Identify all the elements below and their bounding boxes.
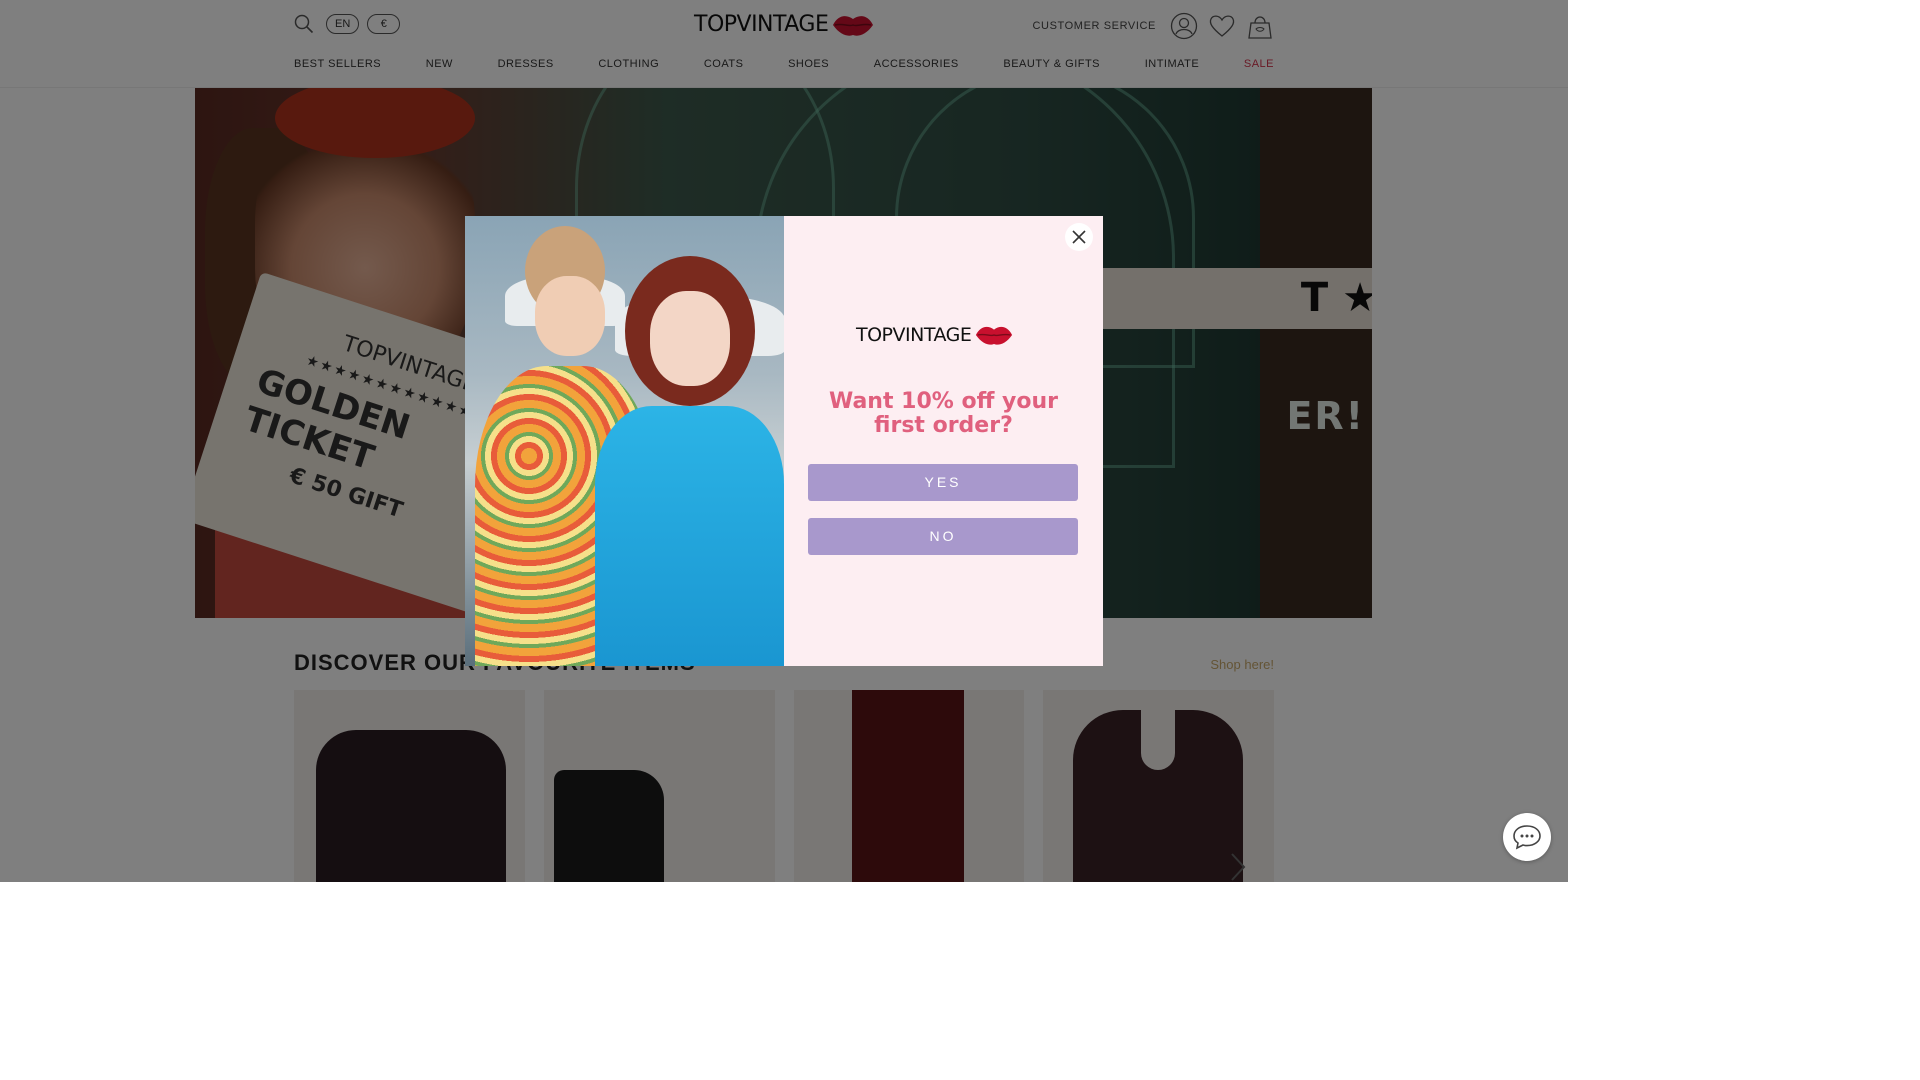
no-button[interactable]: NO bbox=[808, 518, 1078, 555]
photo-model-left-face bbox=[535, 276, 605, 356]
photo-model-right-dress bbox=[595, 406, 784, 666]
discount-popup: TOPVINTAGE Want 10% off your first order… bbox=[465, 216, 1103, 666]
photo-model-right-face bbox=[650, 291, 730, 386]
popup-question: Want 10% off your first order? bbox=[828, 389, 1059, 438]
page: EN € TOPVINTAGE CUSTOMER SERVICE bbox=[0, 0, 1568, 882]
popup-photo bbox=[465, 216, 784, 666]
chat-button[interactable] bbox=[1503, 813, 1551, 861]
popup-content: TOPVINTAGE Want 10% off your first order… bbox=[784, 216, 1103, 666]
chat-icon bbox=[1513, 825, 1541, 850]
popup-logo-text: TOPVINTAGE bbox=[856, 324, 972, 346]
chevron-right-icon[interactable] bbox=[1226, 852, 1250, 882]
popup-close-button[interactable] bbox=[1065, 223, 1093, 251]
lips-logo-icon bbox=[976, 326, 1013, 345]
close-icon bbox=[1072, 230, 1086, 244]
yes-button[interactable]: YES bbox=[808, 464, 1078, 501]
popup-logo: TOPVINTAGE bbox=[856, 324, 1013, 346]
